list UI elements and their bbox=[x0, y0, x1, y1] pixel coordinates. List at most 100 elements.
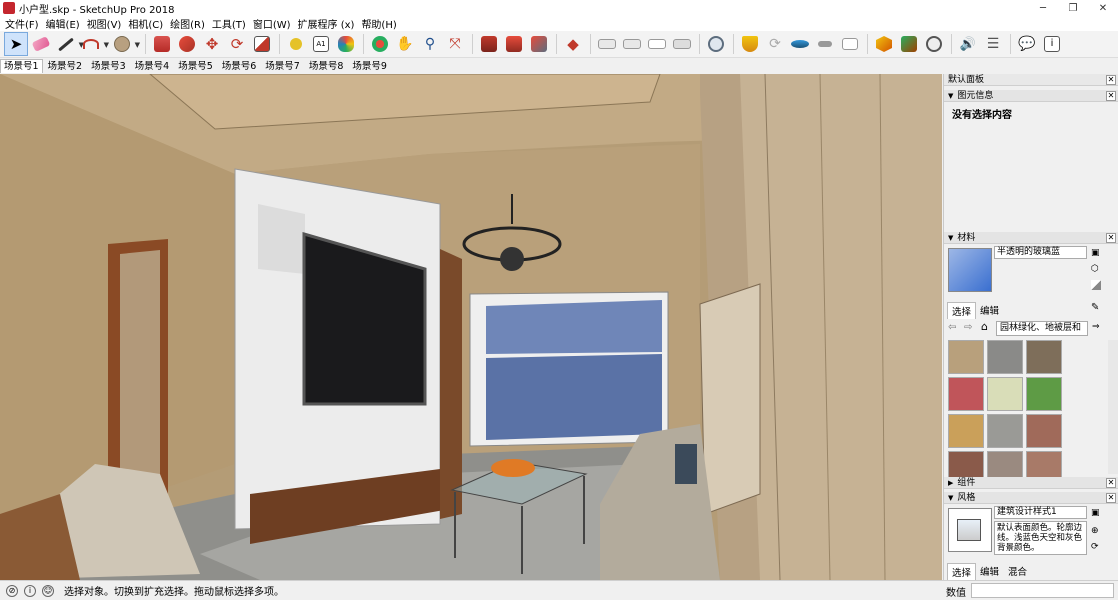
material-swatch[interactable] bbox=[1026, 377, 1062, 411]
style-xray-button[interactable] bbox=[595, 32, 619, 56]
forward-icon[interactable]: ⇨ bbox=[964, 322, 972, 333]
close-button[interactable]: ✕ bbox=[1088, 0, 1118, 16]
tab-scene-6[interactable]: 场景号6 bbox=[218, 59, 261, 73]
tab-scene-3[interactable]: 场景号3 bbox=[87, 59, 130, 73]
material-swatch[interactable] bbox=[987, 377, 1023, 411]
settings-button[interactable]: ☰ bbox=[981, 32, 1005, 56]
tape-measure-tool-button[interactable] bbox=[284, 32, 308, 56]
style-wireframe-button[interactable] bbox=[645, 32, 669, 56]
arc-tool-button[interactable]: ▼ bbox=[79, 32, 109, 56]
library-select[interactable]: 园林绿化、地被层和 bbox=[996, 321, 1088, 336]
3d-warehouse-button[interactable] bbox=[477, 32, 501, 56]
entity-info-header[interactable]: ▼ 图元信息 ✕ bbox=[944, 90, 1118, 102]
tab-scene-9[interactable]: 场景号9 bbox=[348, 59, 391, 73]
tab-scene-5[interactable]: 场景号5 bbox=[174, 59, 217, 73]
photo-match-button[interactable] bbox=[838, 32, 862, 56]
ruby-console-button[interactable]: ◆ bbox=[561, 32, 585, 56]
menu-draw[interactable]: 绘图(R) bbox=[168, 16, 210, 31]
model-viewport[interactable] bbox=[0, 74, 942, 580]
menu-view[interactable]: 视图(V) bbox=[85, 16, 127, 31]
paint-bucket-tool-button[interactable] bbox=[334, 32, 358, 56]
push-pull-tool-button[interactable] bbox=[150, 32, 174, 56]
zoom-extents-tool-button[interactable]: ⤧ bbox=[443, 32, 467, 56]
shape-tool-button[interactable]: ▼ bbox=[110, 32, 140, 56]
scale-tool-button[interactable] bbox=[250, 32, 274, 56]
material-color-icon[interactable] bbox=[1091, 280, 1101, 290]
close-icon[interactable]: ✕ bbox=[1106, 91, 1116, 101]
info-button[interactable]: i bbox=[1040, 32, 1064, 56]
material-swatch[interactable] bbox=[987, 340, 1023, 374]
tab-edit[interactable]: 编辑 bbox=[976, 302, 1003, 318]
menu-tools[interactable]: 工具(T) bbox=[210, 16, 251, 31]
zoom-tool-button[interactable]: ⚲ bbox=[418, 32, 442, 56]
eyedropper-icon[interactable]: ✎ bbox=[1091, 302, 1099, 313]
style-tab-mix[interactable]: 混合 bbox=[1004, 563, 1031, 579]
value-control-box[interactable] bbox=[971, 583, 1114, 598]
chat-button[interactable]: 💬 bbox=[1015, 32, 1039, 56]
style-hidden-line-button[interactable] bbox=[670, 32, 694, 56]
walk-button[interactable] bbox=[813, 32, 837, 56]
tab-scene-4[interactable]: 场景号4 bbox=[131, 59, 174, 73]
section-plane-button[interactable] bbox=[872, 32, 896, 56]
solid-tools-button[interactable] bbox=[897, 32, 921, 56]
user-status-icon[interactable]: ☺ bbox=[42, 584, 54, 597]
style-tab-edit[interactable]: 编辑 bbox=[976, 563, 1003, 579]
create-style-icon[interactable]: ⊕ bbox=[1091, 526, 1099, 536]
menu-file[interactable]: 文件(F) bbox=[3, 16, 44, 31]
style-description[interactable]: 默认表面颜色。轮廓边线。浅蓝色天空和灰色背景颜色。 bbox=[994, 521, 1087, 555]
material-swatch[interactable] bbox=[948, 340, 984, 374]
maximize-button[interactable]: ❐ bbox=[1058, 0, 1088, 16]
create-material-icon[interactable]: ⬡ bbox=[1091, 264, 1099, 274]
orbit-tool-button[interactable] bbox=[368, 32, 392, 56]
menu-window[interactable]: 窗口(W) bbox=[251, 16, 296, 31]
close-icon[interactable]: ✕ bbox=[1106, 233, 1116, 243]
materials-header[interactable]: ▼ 材料 ✕ bbox=[944, 232, 1118, 244]
style-tab-select[interactable]: 选择 bbox=[947, 563, 977, 580]
material-reset-icon[interactable]: ▣ bbox=[1091, 248, 1100, 258]
tab-select[interactable]: 选择 bbox=[947, 302, 977, 319]
style-name-field[interactable]: 建筑设计样式1 bbox=[994, 506, 1087, 519]
pan-tool-button[interactable]: ✋ bbox=[393, 32, 417, 56]
eraser-tool-button[interactable] bbox=[29, 32, 53, 56]
material-swatch[interactable] bbox=[948, 377, 984, 411]
soften-edges-button[interactable]: ⟳ bbox=[763, 32, 787, 56]
menu-edit[interactable]: 编辑(E) bbox=[44, 16, 85, 31]
tab-scene-2[interactable]: 场景号2 bbox=[44, 59, 87, 73]
camera-position-button[interactable] bbox=[788, 32, 812, 56]
geo-location-button[interactable] bbox=[704, 32, 728, 56]
pencil-tool-button[interactable]: ▼ bbox=[54, 32, 84, 56]
share-model-button[interactable] bbox=[527, 32, 551, 56]
menu-help[interactable]: 帮助(H) bbox=[359, 16, 401, 31]
material-name-field[interactable]: 半透明的玻璃蓝 bbox=[994, 246, 1087, 259]
close-icon[interactable]: ✕ bbox=[1106, 75, 1116, 85]
info-status-icon[interactable]: i bbox=[24, 584, 36, 597]
tab-scene-1[interactable]: 场景号1 bbox=[0, 59, 43, 73]
home-icon[interactable]: ⌂ bbox=[981, 320, 988, 333]
close-icon[interactable]: ✕ bbox=[1106, 493, 1116, 503]
update-style-icon[interactable]: ⟳ bbox=[1091, 542, 1099, 552]
sandbox-button[interactable] bbox=[738, 32, 762, 56]
dynamic-component-button[interactable] bbox=[922, 32, 946, 56]
tab-scene-8[interactable]: 场景号8 bbox=[305, 59, 348, 73]
details-icon[interactable]: ⇒ bbox=[1092, 322, 1100, 332]
move-tool-button[interactable]: ✥ bbox=[200, 32, 224, 56]
material-swatch[interactable] bbox=[1026, 414, 1062, 448]
material-swatch[interactable] bbox=[987, 414, 1023, 448]
menu-extensions[interactable]: 扩展程序 (x) bbox=[296, 16, 360, 31]
tab-scene-7[interactable]: 场景号7 bbox=[261, 59, 304, 73]
style-back-edges-button[interactable] bbox=[620, 32, 644, 56]
sound-button[interactable]: 🔊 bbox=[956, 32, 980, 56]
style-reset-icon[interactable]: ▣ bbox=[1091, 508, 1100, 518]
material-swatch[interactable] bbox=[948, 414, 984, 448]
close-icon[interactable]: ✕ bbox=[1106, 478, 1116, 488]
material-swatch[interactable] bbox=[1026, 340, 1062, 374]
minimize-button[interactable]: ─ bbox=[1028, 0, 1058, 16]
styles-header[interactable]: ▼ 风格 ✕ bbox=[944, 492, 1118, 504]
back-icon[interactable]: ⇦ bbox=[948, 322, 956, 333]
menu-camera[interactable]: 相机(C) bbox=[126, 16, 168, 31]
geo-status-icon[interactable]: ⊘ bbox=[6, 584, 18, 597]
swatch-scrollbar[interactable] bbox=[1108, 340, 1118, 474]
follow-me-tool-button[interactable] bbox=[175, 32, 199, 56]
select-tool-button[interactable]: ➤ bbox=[4, 32, 28, 56]
components-header[interactable]: ▶ 组件 ✕ bbox=[944, 477, 1118, 489]
